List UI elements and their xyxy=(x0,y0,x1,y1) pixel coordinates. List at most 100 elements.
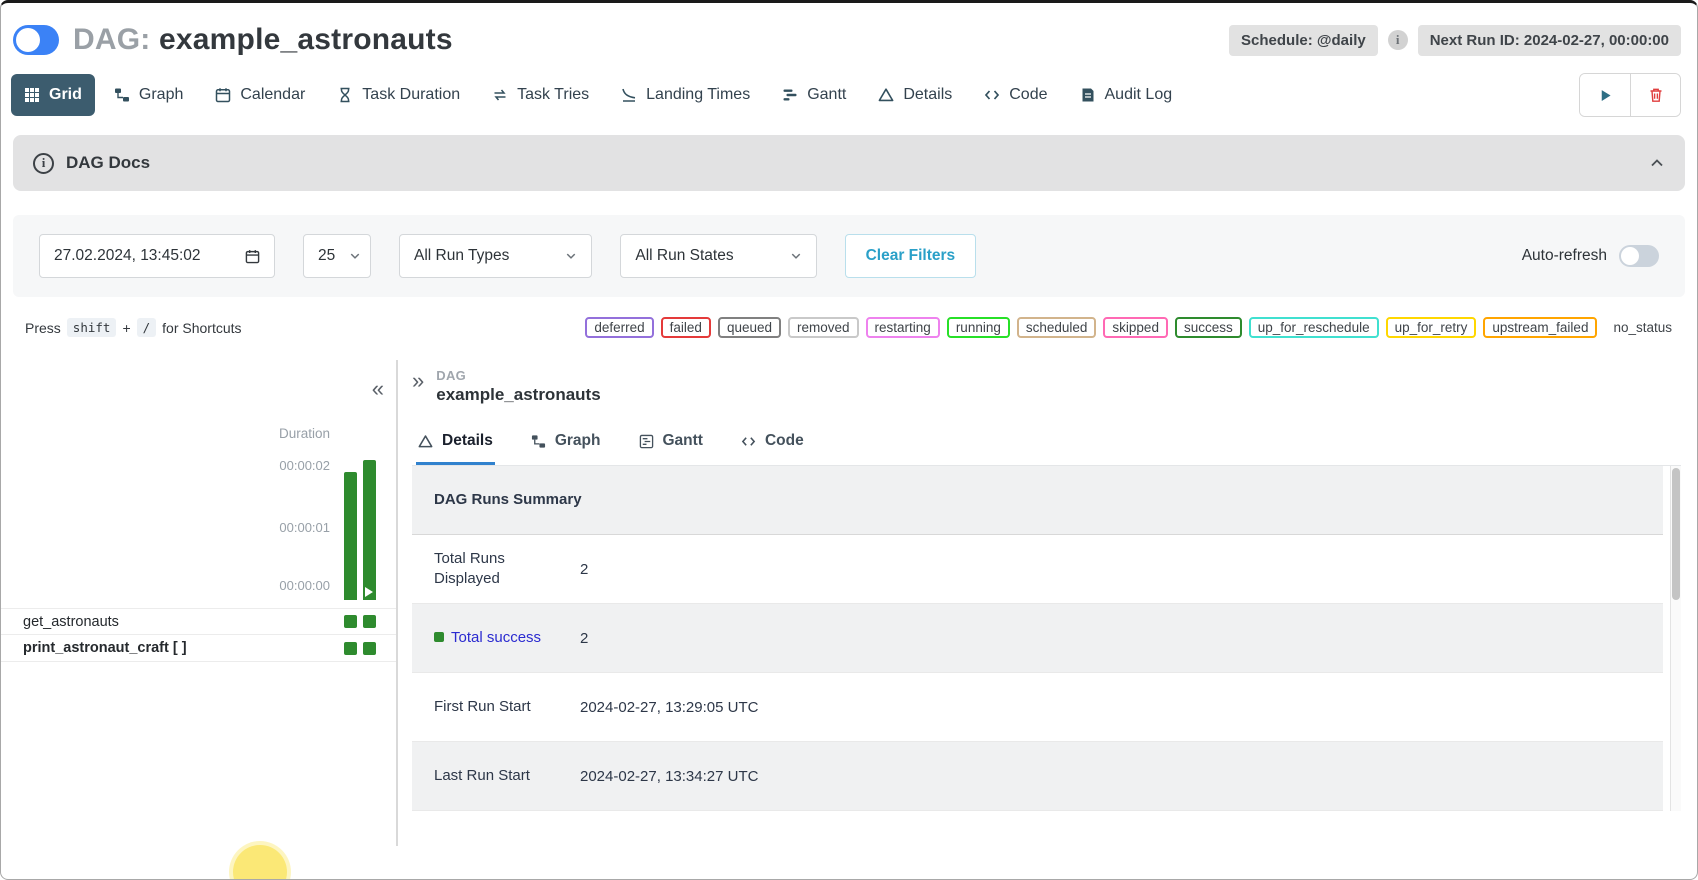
graph-icon xyxy=(531,434,546,449)
tab-calendar[interactable]: Calendar xyxy=(202,74,318,116)
collapse-panel-icon[interactable]: « xyxy=(372,378,384,400)
schedule-info-icon[interactable]: i xyxy=(1388,30,1408,50)
task-rows: get_astronauts print_astronaut_craft [ ] xyxy=(1,608,396,662)
task-instance-cells xyxy=(344,642,376,655)
tab-grid[interactable]: Grid xyxy=(11,74,95,116)
table-header-label: DAG Runs Summary xyxy=(434,490,584,510)
page-title: DAG: example_astronauts xyxy=(73,23,453,57)
task-row: print_astronaut_craft [ ] xyxy=(1,635,396,662)
gantt-icon xyxy=(782,87,798,103)
table-row: First Run Start 2024-02-27, 13:29:05 UTC xyxy=(412,673,1663,742)
graph-icon xyxy=(114,87,130,103)
auto-refresh-toggle[interactable] xyxy=(1619,245,1659,267)
dag-run-bar[interactable] xyxy=(344,472,357,600)
legend-removed[interactable]: removed xyxy=(788,317,859,338)
detail-tab-gantt[interactable]: Gantt xyxy=(637,421,705,465)
next-run-badge: Next Run ID: 2024-02-27, 00:00:00 xyxy=(1418,25,1681,56)
code-icon xyxy=(984,87,1000,103)
row-value: 2 xyxy=(580,630,588,647)
selected-run-caret-icon xyxy=(365,587,373,597)
task-instance-success[interactable] xyxy=(363,642,376,655)
task-instance-cells xyxy=(344,615,376,628)
schedule-badge[interactable]: Schedule: @daily xyxy=(1229,25,1378,56)
chevron-down-icon xyxy=(565,250,577,262)
dag-view-tabs: Grid Graph Calendar Task Duration Task T… xyxy=(1,67,1697,129)
detail-tab-label: Details xyxy=(442,432,493,450)
delete-dag-button[interactable] xyxy=(1630,74,1680,116)
page-size-select[interactable]: 25 xyxy=(303,234,371,278)
legend-skipped[interactable]: skipped xyxy=(1103,317,1168,338)
legend-up-for-retry[interactable]: up_for_retry xyxy=(1386,317,1477,338)
task-instance-success[interactable] xyxy=(344,642,357,655)
legend-success[interactable]: success xyxy=(1175,317,1242,338)
airflow-dag-page: DAG: example_astronauts Schedule: @daily… xyxy=(0,0,1698,880)
legend-up-for-reschedule[interactable]: up_for_reschedule xyxy=(1249,317,1379,338)
slash-key: / xyxy=(137,318,157,337)
shortcuts-text: for Shortcuts xyxy=(162,320,241,336)
trigger-dag-button[interactable] xyxy=(1580,74,1630,116)
shortcuts-hint: Press shift + / for Shortcuts xyxy=(25,318,242,337)
success-square-icon xyxy=(434,632,444,642)
toggle-knob xyxy=(1621,247,1639,265)
legend-restarting[interactable]: restarting xyxy=(866,317,940,338)
y-tick: 00:00:02 xyxy=(279,458,330,473)
run-type-select[interactable]: All Run Types xyxy=(399,234,592,278)
legend-no-status[interactable]: no_status xyxy=(1604,317,1681,338)
tab-task-tries[interactable]: Task Tries xyxy=(479,74,602,116)
tab-graph[interactable]: Graph xyxy=(101,74,196,116)
detail-tab-graph[interactable]: Graph xyxy=(529,421,603,465)
task-name[interactable]: print_astronaut_craft [ ] xyxy=(23,640,187,656)
detail-tab-code[interactable]: Code xyxy=(739,421,806,465)
tab-label: Details xyxy=(903,86,952,104)
task-instance-success[interactable] xyxy=(363,615,376,628)
dag-docs-panel[interactable]: i DAG Docs xyxy=(13,135,1685,191)
tab-code[interactable]: Code xyxy=(971,74,1060,116)
calendar-icon xyxy=(215,87,231,103)
tab-details[interactable]: Details xyxy=(865,74,965,116)
dag-pause-toggle[interactable] xyxy=(13,25,59,55)
legend-upstream-failed[interactable]: upstream_failed xyxy=(1483,317,1597,338)
clear-filters-button[interactable]: Clear Filters xyxy=(845,234,977,278)
tab-gantt[interactable]: Gantt xyxy=(769,74,859,116)
details-scrollbar[interactable] xyxy=(1670,466,1681,811)
repeat-icon xyxy=(492,87,508,103)
date-picker-icon xyxy=(245,249,260,264)
audit-log-icon xyxy=(1080,87,1096,103)
chevron-up-icon[interactable] xyxy=(1649,155,1665,171)
y-tick: 00:00:00 xyxy=(279,578,330,593)
tab-audit-log[interactable]: Audit Log xyxy=(1067,74,1186,116)
tab-label: Graph xyxy=(139,86,183,104)
table-row: Last Run Start 2024-02-27, 13:34:27 UTC xyxy=(412,742,1663,811)
task-name[interactable]: get_astronauts xyxy=(23,614,119,630)
run-state-select[interactable]: All Run States xyxy=(620,234,816,278)
legend-queued[interactable]: queued xyxy=(718,317,781,338)
legend-failed[interactable]: failed xyxy=(661,317,711,338)
task-instance-success[interactable] xyxy=(344,615,357,628)
base-date-input[interactable]: 27.02.2024, 13:45:02 xyxy=(39,234,275,278)
row-value: 2 xyxy=(580,561,588,578)
row-value: 2024-02-27, 13:34:27 UTC xyxy=(580,768,758,785)
chevron-down-icon xyxy=(790,250,802,262)
tab-landing-times[interactable]: Landing Times xyxy=(608,74,763,116)
total-success-link[interactable]: Total success xyxy=(451,629,541,646)
auto-refresh-label: Auto-refresh xyxy=(1522,247,1607,265)
detail-tab-details[interactable]: Details xyxy=(416,421,495,465)
legend-deferred[interactable]: deferred xyxy=(585,317,653,338)
dag-run-bar-selected[interactable] xyxy=(363,460,376,600)
tab-task-duration[interactable]: Task Duration xyxy=(324,74,473,116)
run-state-value: All Run States xyxy=(635,247,733,265)
run-type-value: All Run Types xyxy=(414,247,509,265)
breadcrumb: DAG xyxy=(436,368,600,383)
row-label: Total success xyxy=(434,628,566,648)
detail-tab-label: Graph xyxy=(555,432,601,450)
dag-actions xyxy=(1579,73,1681,117)
landing-icon xyxy=(621,87,637,103)
shortcuts-text: Press xyxy=(25,320,61,336)
scrollbar-thumb[interactable] xyxy=(1672,468,1680,600)
main-content: « Duration 00:00:02 00:00:01 00:00:00 ge… xyxy=(1,360,1697,846)
legend-scheduled[interactable]: scheduled xyxy=(1017,317,1097,338)
legend-running[interactable]: running xyxy=(947,317,1010,338)
detail-tabs: Details Graph Gantt Code xyxy=(412,421,1681,466)
expand-panel-icon[interactable]: » xyxy=(412,368,424,394)
details-triangle-icon xyxy=(418,434,433,449)
